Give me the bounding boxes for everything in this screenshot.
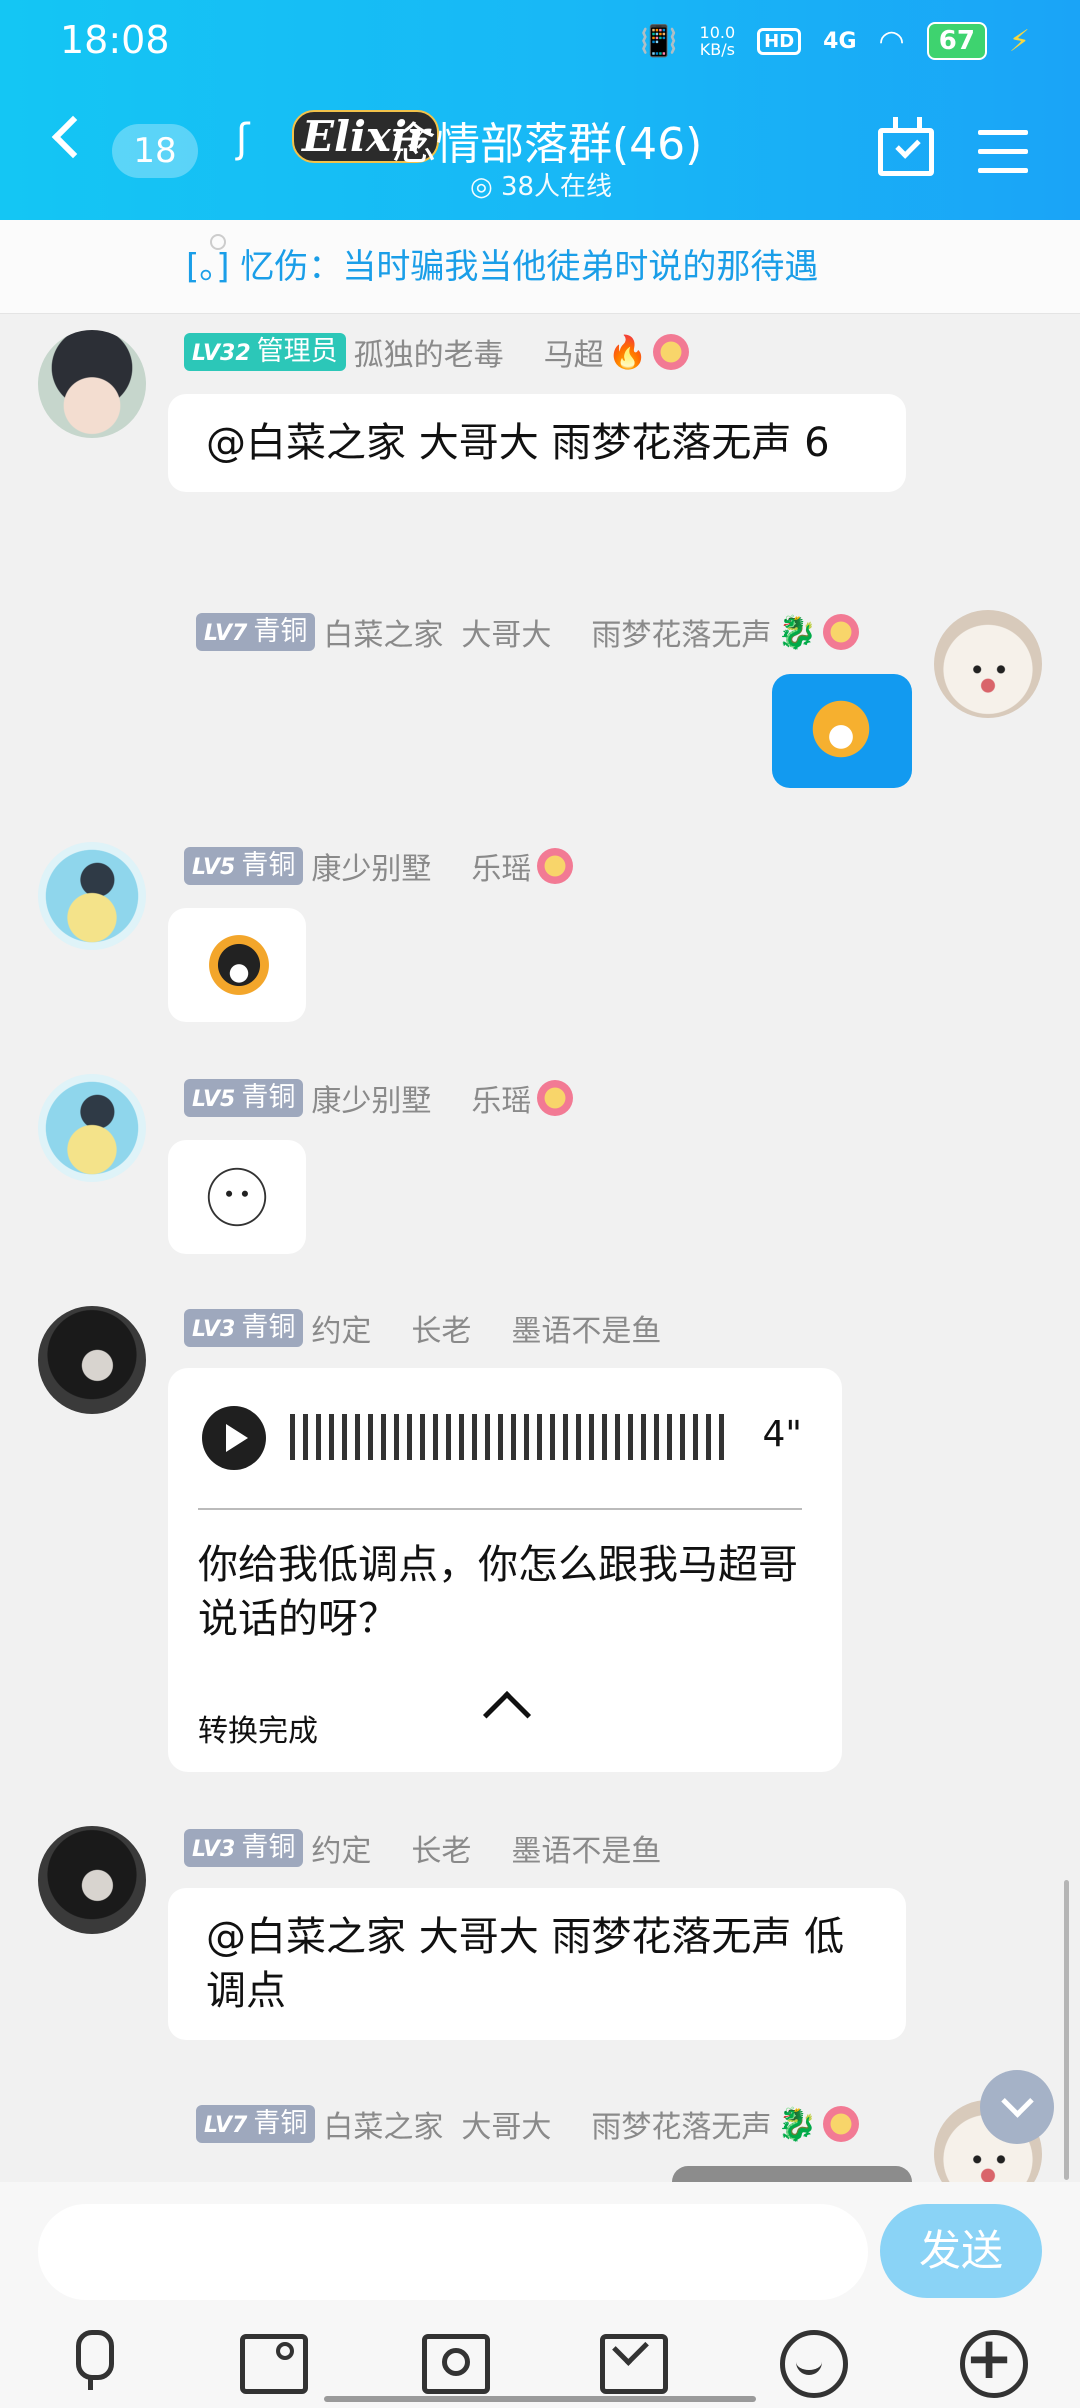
sender-nick: 墨语不是鱼 [511,1314,662,1349]
voice-duration: 4" [762,1414,802,1455]
level-badge: LV3 青铜 [184,1309,304,1347]
sticker-bubble[interactable] [168,1140,306,1254]
battery-icon: 67 [926,22,987,60]
message-bubble[interactable]: @白菜之家 大哥大 雨梦花落无声 6 [168,394,906,492]
image-message-partial[interactable] [672,2166,912,2182]
notice-dot [210,234,226,250]
message-input[interactable] [38,2204,868,2300]
divider [198,1508,802,1510]
level-badge: LV3 青铜 [184,1829,304,1867]
camera-icon[interactable] [418,2326,490,2394]
level-badge: LV5 青铜 [184,1079,304,1117]
image-icon[interactable] [236,2326,308,2394]
status-icons: 📳 10.0 KB/s HD 4G ◠ 67 ⚡ [640,22,1030,60]
sticker-bubble[interactable] [772,674,912,788]
sender-meta: LV32 管理员 孤独的老毒 马超 🔥 [184,330,690,374]
unread-count[interactable]: 18 [112,124,198,178]
sender-name: 康少别墅 [311,1084,432,1119]
sender-name: 约定 [311,1314,372,1349]
menu-icon[interactable] [978,130,1028,174]
fire-icon: 🔥 [607,333,648,371]
home-indicator[interactable] [324,2396,756,2402]
avatar-self[interactable] [934,610,1042,718]
status-time: 18:08 [60,18,170,62]
sender-title: 大哥大 [461,618,552,653]
sticker-bubble[interactable] [168,908,306,1022]
collapse-icon[interactable] [482,1690,532,1740]
sender-nick: 墨语不是鱼 [511,1834,662,1869]
avatar[interactable] [38,1826,146,1934]
sender-meta: LV3 青铜 约定 长老 墨语不是鱼 [184,1826,661,1870]
sender-name: 康少别墅 [311,852,432,887]
sender-title: 大哥大 [461,2110,552,2145]
emoji-icon[interactable] [776,2326,848,2398]
scroll-to-bottom-button[interactable] [980,2070,1054,2144]
level-badge: LV5 青铜 [184,847,304,885]
group-title[interactable]: 念情部落群(46) [392,108,702,172]
sender-meta: LV5 青铜 康少别墅 乐瑶 [184,844,574,888]
level-badge: LV32 管理员 [184,333,346,371]
sender-name: 白菜之家 [323,618,444,653]
voice-transcript: 你给我低调点，你怎么跟我马超哥说话的呀？ [198,1542,798,1642]
sender-name: 白菜之家 [323,2110,444,2145]
voice-message[interactable]: 4" 你给我低调点，你怎么跟我马超哥说话的呀？ 转换完成 [168,1368,842,1772]
level-badge: LV7 青铜 [196,613,316,651]
mic-icon[interactable] [58,2326,124,2392]
sender-title: 马超 [543,338,604,373]
avatar[interactable] [38,1306,146,1414]
send-button[interactable]: 发送 [880,2204,1042,2298]
flower-icon [823,614,860,650]
avatar[interactable] [38,842,146,950]
net-speed: 10.0 KB/s [699,23,736,59]
hd-icon: HD [757,27,802,55]
online-count: ◎ 38人在线 [470,172,613,202]
sender-title: 长老 [411,1834,472,1869]
charging-icon: ⚡ [1008,23,1030,59]
plus-icon[interactable] [956,2324,1028,2398]
sender-title: 长老 [411,1314,472,1349]
transcript-status: 转换完成 [198,1714,318,1749]
dragon-icon: 🐉 [777,2105,818,2143]
dragon-icon: 🐉 [777,613,818,651]
avatar[interactable] [38,1074,146,1182]
avatar[interactable] [38,330,146,438]
sender-name: 孤独的老毒 [353,338,504,373]
flower-icon [823,2106,860,2142]
cat-sticker-icon [808,696,874,762]
sender-meta: LV7 青铜 白菜之家 大哥大 雨梦花落无声 🐉 [196,610,860,654]
sender-nick: 雨梦花落无声 [591,618,772,653]
red-packet-icon[interactable] [596,2326,668,2394]
earpiece-icon[interactable]: ʃ [236,116,249,162]
waveform [290,1414,730,1460]
chat-header: 18:08 📳 10.0 KB/s HD 4G ◠ 67 ⚡ 18 ʃ Elixi… [0,0,1080,220]
calendar-check-icon[interactable] [878,117,934,176]
sender-nick: 雨梦花落无声 [591,2110,772,2145]
bear-sticker-icon [204,1164,270,1230]
sender-title: 乐瑶 [471,852,532,887]
sender-meta: LV7 青铜 白菜之家 大哥大 雨梦花落无声 🐉 [196,2102,860,2146]
notice-banner[interactable]: [。] 忆伤：当时骗我当他徒弟时说的那待遇 [0,220,1080,314]
flower-icon [537,848,574,884]
notice-text: [。] 忆伤：当时骗我当他徒弟时说的那待遇 [186,247,819,287]
flower-icon [537,1080,574,1116]
penguin-sticker-icon [204,930,274,1000]
sender-name: 约定 [311,1834,372,1869]
input-area: 发送 [0,2182,1080,2408]
vibrate-icon: 📳 [640,23,678,59]
signal-icon: 4G [823,28,857,54]
sender-meta: LV3 青铜 约定 长老 墨语不是鱼 [184,1306,661,1350]
flower-icon [653,334,690,370]
sender-meta: LV5 青铜 康少别墅 乐瑶 [184,1076,574,1120]
scrollbar[interactable] [1064,1880,1069,2180]
back-button[interactable] [51,115,95,159]
level-badge: LV7 青铜 [196,2105,316,2143]
play-icon[interactable] [202,1406,266,1470]
message-bubble[interactable]: @白菜之家 大哥大 雨梦花落无声 低调点 [168,1888,906,2040]
wifi-icon: ◠ [878,23,905,59]
sender-title: 乐瑶 [471,1084,532,1119]
